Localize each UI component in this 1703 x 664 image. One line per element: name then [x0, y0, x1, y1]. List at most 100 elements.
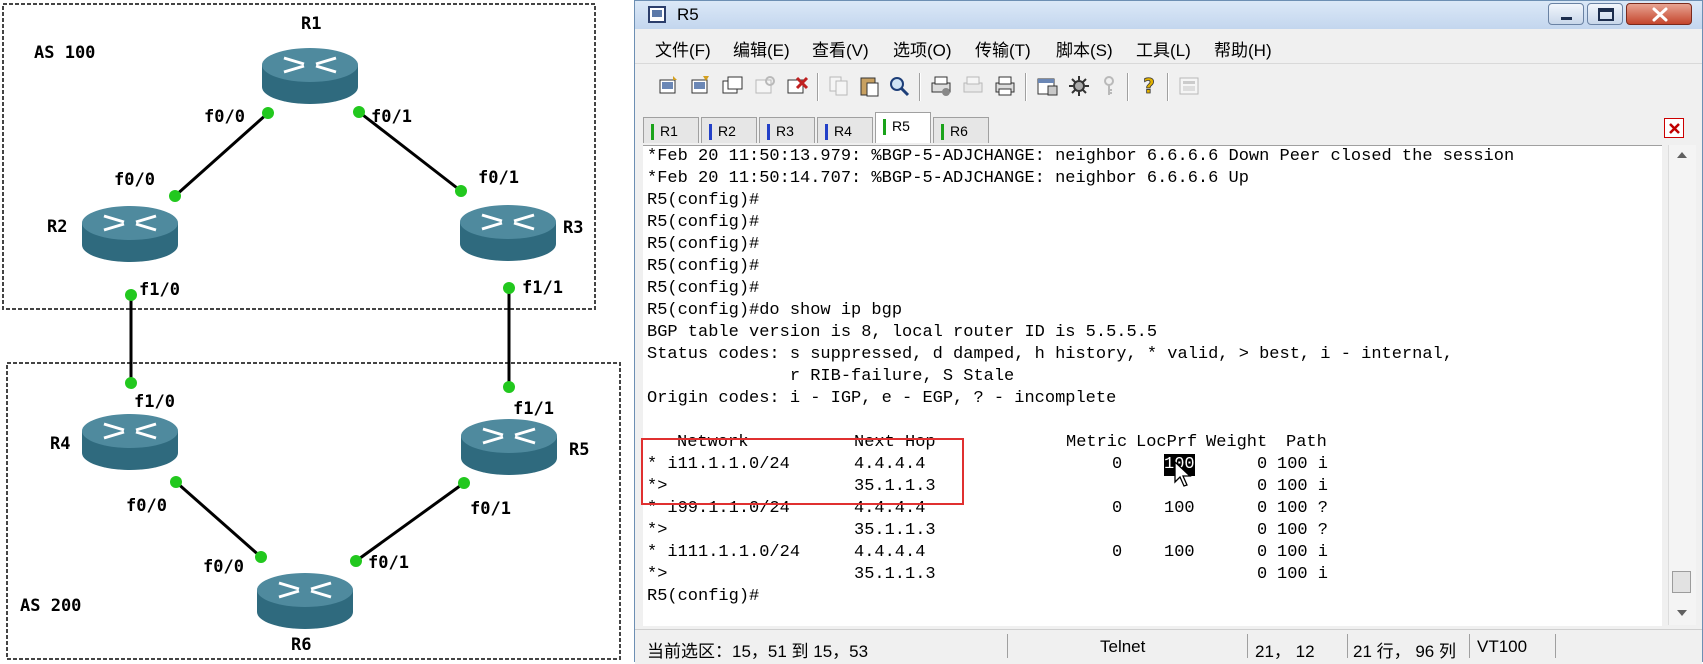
menu-edit[interactable]: 编辑(E) [733, 36, 790, 61]
connect-tab-icon[interactable] [721, 74, 745, 98]
bgp-row-metric: 0 [1112, 455, 1123, 474]
port-r4-f10 [125, 377, 137, 389]
minimize-button[interactable] [1548, 3, 1584, 25]
paste-icon[interactable] [857, 74, 881, 98]
tab-r5[interactable]: R5 [875, 112, 931, 143]
tab-status-marker [709, 124, 712, 140]
router-r2-icon [82, 206, 178, 262]
tab-r3[interactable]: R3 [759, 117, 815, 143]
menu-tools[interactable]: 工具(L) [1136, 36, 1191, 61]
keymap-icon[interactable] [1177, 74, 1201, 98]
tab-label: R1 [660, 123, 678, 139]
iface-r5-f01: f0/1 [470, 499, 511, 519]
maximize-button[interactable] [1587, 3, 1623, 25]
bgp-row-weight: 0 [1257, 455, 1268, 474]
bgp-row-metric: 0 [1112, 499, 1123, 518]
menu-options[interactable]: 选项(O) [893, 36, 952, 61]
close-tab-button[interactable] [1664, 118, 1684, 138]
key-icon[interactable] [1097, 74, 1121, 98]
title-bar[interactable]: R5 [635, 1, 1702, 29]
bgp-header-path: Path [1286, 433, 1327, 452]
iface-r4-f10: f1/0 [134, 392, 175, 412]
port-r2-f00 [169, 190, 181, 202]
terminal-window: R5 文件(F) 编辑(E) 查看(V) 选项(O) 传输(T) 脚本(S) 工… [634, 0, 1703, 664]
router-label-r3: R3 [563, 218, 584, 238]
router-r5-icon [461, 419, 557, 475]
find-icon[interactable] [887, 74, 911, 98]
terminal-output[interactable]: *Feb 20 11:50:13.979: %BGP-5-ADJCHANGE: … [641, 145, 1662, 626]
tab-status-marker [767, 124, 770, 140]
terminal-line: R5(config)# [647, 279, 760, 298]
tab-r4[interactable]: R4 [817, 117, 873, 143]
tab-label: R5 [892, 118, 910, 134]
scrollbar-thumb[interactable] [1672, 571, 1691, 593]
port-r3-f01 [455, 185, 467, 197]
menu-help[interactable]: 帮助(H) [1214, 36, 1272, 61]
terminal-line: Origin codes: i - IGP, e - EGP, ? - inco… [647, 389, 1117, 408]
tab-r2[interactable]: R2 [701, 117, 757, 143]
bgp-row-path: 100 i [1277, 477, 1329, 496]
menu-script[interactable]: 脚本(S) [1056, 36, 1113, 61]
iface-r3-f01: f0/1 [478, 168, 519, 188]
vertical-scrollbar[interactable] [1668, 145, 1696, 625]
router-r3-icon [460, 205, 556, 261]
reconnect-icon[interactable] [753, 74, 777, 98]
status-protocol: Telnet [1100, 637, 1146, 656]
bgp-row-path: 100 i [1277, 455, 1329, 474]
link-r5-r6 [355, 481, 465, 563]
menu-file[interactable]: 文件(F) [655, 36, 711, 61]
tab-r1[interactable]: R1 [643, 117, 699, 143]
router-label-r2: R2 [47, 217, 68, 237]
bgp-row-locprf: 100 [1164, 543, 1195, 562]
terminal-line: R5(config)# [647, 257, 760, 276]
port-r1-f00 [262, 107, 274, 119]
menu-transfer[interactable]: 传输(T) [975, 36, 1031, 61]
terminal-line: *Feb 20 11:50:13.979: %BGP-5-ADJCHANGE: … [647, 147, 1515, 166]
print-selection-icon[interactable] [961, 74, 985, 98]
window-title: R5 [677, 5, 699, 24]
terminal-line: BGP table version is 8, local router ID … [647, 323, 1158, 342]
terminal-line: R5(config)# [647, 213, 760, 232]
toolbar-separator [817, 73, 819, 101]
port-r3-f11 [503, 282, 515, 294]
router-r4-icon [82, 414, 178, 470]
router-label-r5: R5 [569, 440, 590, 460]
tab-r6[interactable]: R6 [933, 117, 989, 143]
scroll-down-arrow-icon[interactable] [1674, 607, 1690, 619]
close-tab-icon [1669, 123, 1680, 134]
iface-r2-f10: f1/0 [139, 280, 180, 300]
status-separator [1555, 634, 1556, 658]
menu-bar: 文件(F) 编辑(E) 查看(V) 选项(O) 传输(T) 脚本(S) 工具(L… [635, 31, 1702, 61]
scroll-up-arrow-icon[interactable] [1674, 149, 1690, 161]
close-button[interactable] [1626, 3, 1692, 25]
port-r5-f11 [503, 381, 515, 393]
terminal-line: R5(config)# [647, 235, 760, 254]
bgp-row-next-hop: 35.1.1.3 [854, 521, 936, 540]
menu-view[interactable]: 查看(V) [812, 36, 869, 61]
terminal-line: R5(config)# [647, 191, 760, 210]
quick-connect-icon[interactable] [689, 74, 713, 98]
terminal-line: R5(config)#do show ip bgp [647, 301, 903, 320]
bgp-row-metric: 0 [1112, 543, 1123, 562]
toolbar-separator [1167, 73, 1169, 101]
router-label-r6: R6 [291, 635, 312, 655]
copy-icon[interactable] [827, 74, 851, 98]
svg-text:?: ? [1143, 74, 1155, 98]
connect-icon[interactable] [657, 74, 681, 98]
iface-r3-f11: f1/1 [522, 278, 563, 298]
as-200-label: AS 200 [20, 596, 82, 616]
session-options-icon[interactable] [1035, 74, 1059, 98]
iface-r2-f00: f0/0 [114, 170, 155, 190]
bgp-row-network: *> [647, 565, 668, 584]
help-icon[interactable]: ? [1137, 74, 1161, 98]
print-icon[interactable] [993, 74, 1017, 98]
bgp-row-path: 100 ? [1277, 521, 1329, 540]
disconnect-icon[interactable] [785, 74, 809, 98]
iface-r6-f00: f0/0 [203, 557, 244, 577]
port-r1-f01 [353, 106, 365, 118]
settings-icon[interactable] [1067, 74, 1091, 98]
print-setup-icon[interactable] [929, 74, 953, 98]
maximize-icon [1598, 8, 1614, 21]
port-r6-f01 [350, 555, 362, 567]
tab-label: R2 [718, 123, 736, 139]
